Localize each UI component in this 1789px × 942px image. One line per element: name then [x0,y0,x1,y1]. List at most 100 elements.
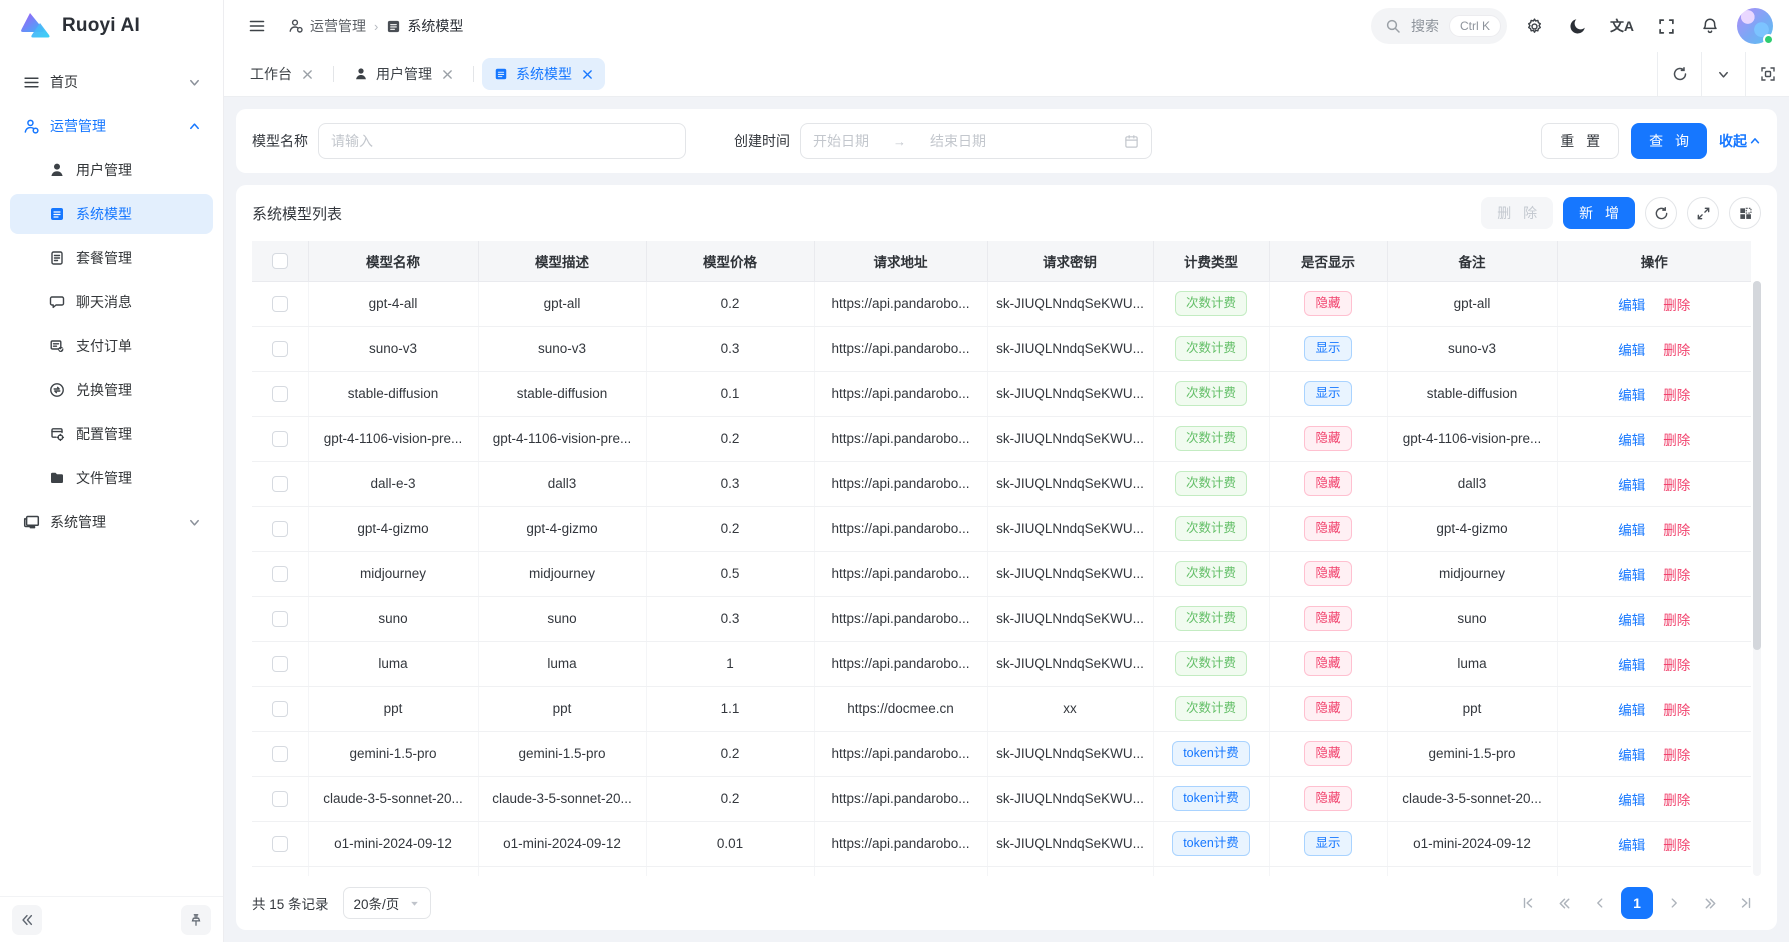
breadcrumb-item-system-model[interactable]: 系统模型 [386,16,463,36]
delete-link[interactable]: 删除 [1663,478,1690,493]
edit-link[interactable]: 编辑 [1618,838,1645,853]
delete-link[interactable]: 删除 [1663,433,1690,448]
global-search[interactable]: 搜索 Ctrl K [1371,8,1507,44]
edit-link[interactable]: 编辑 [1618,523,1645,538]
sidebar-item-聊天消息[interactable]: 聊天消息 [10,282,213,322]
delete-link[interactable]: 删除 [1663,793,1690,808]
table-row: lumaluma1https://api.pandarobo...sk-JIUQ… [252,641,1751,686]
fast-next-button[interactable] [1695,888,1725,918]
table-fullscreen-icon[interactable] [1687,197,1719,229]
delete-link[interactable]: 删除 [1663,838,1690,853]
delete-link[interactable]: 删除 [1663,523,1690,538]
edit-link[interactable]: 编辑 [1618,388,1645,403]
cell-visible: 隐藏 [1269,596,1387,641]
select-all-checkbox[interactable] [272,253,288,269]
fast-prev-button[interactable] [1549,888,1579,918]
tab-user-management[interactable]: 用户管理 [342,58,465,90]
edit-link[interactable]: 编辑 [1618,568,1645,583]
row-checkbox[interactable] [272,431,288,447]
row-checkbox[interactable] [272,656,288,672]
billing-type-tag: 次数计费 [1175,516,1247,540]
close-icon[interactable] [302,69,313,80]
delete-link[interactable]: 删除 [1663,748,1690,763]
delete-button[interactable]: 删 除 [1481,197,1553,229]
row-checkbox[interactable] [272,701,288,717]
prev-page-button[interactable] [1585,888,1615,918]
create-time-range-picker[interactable]: 开始日期 → 结束日期 [800,123,1152,159]
scrollbar-thumb[interactable] [1753,281,1761,650]
page-size-select[interactable]: 20条/页 [343,887,432,919]
sidebar-item-支付订单[interactable]: 支付订单 [10,326,213,366]
user-avatar[interactable] [1737,8,1773,44]
translate-icon[interactable]: 文A [1605,9,1639,43]
edit-link[interactable]: 编辑 [1618,748,1645,763]
row-checkbox[interactable] [272,791,288,807]
cell-select [252,281,308,326]
sidebar-item-系统模型[interactable]: 系统模型 [10,194,213,234]
edit-link[interactable]: 编辑 [1618,298,1645,313]
row-checkbox[interactable] [272,836,288,852]
sidebar-collapse-button[interactable] [12,905,42,935]
content-fullscreen-icon[interactable] [1745,52,1789,96]
row-checkbox[interactable] [272,386,288,402]
refresh-icon[interactable] [1657,52,1701,96]
edit-link[interactable]: 编辑 [1618,658,1645,673]
query-button[interactable]: 查 询 [1631,123,1707,159]
row-checkbox[interactable] [272,521,288,537]
sidebar-item-套餐管理[interactable]: 套餐管理 [10,238,213,278]
chevron-down-icon[interactable] [1701,52,1745,96]
dark-mode-moon-icon[interactable] [1561,9,1595,43]
delete-link[interactable]: 删除 [1663,613,1690,628]
model-name-input[interactable] [318,123,686,159]
sidebar-item-系统管理[interactable]: 系统管理 [10,502,213,542]
sidebar-item-文件管理[interactable]: 文件管理 [10,458,213,498]
add-button[interactable]: 新 增 [1563,197,1635,229]
pin-icon[interactable] [181,905,211,935]
last-page-button[interactable] [1731,888,1761,918]
edit-link[interactable]: 编辑 [1618,613,1645,628]
edit-link[interactable]: 编辑 [1618,703,1645,718]
close-icon[interactable] [582,69,593,80]
sidebar-item-配置管理[interactable]: 配置管理 [10,414,213,454]
next-page-button[interactable] [1659,888,1689,918]
notifications-bell-icon[interactable] [1693,9,1727,43]
breadcrumb-item-operations[interactable]: 运营管理 [288,16,366,36]
cell-actions: 编辑 删除 [1557,461,1751,506]
sidebar-item-用户管理[interactable]: 用户管理 [10,150,213,190]
fullscreen-icon[interactable] [1649,9,1683,43]
table-scrollbar[interactable] [1753,281,1761,876]
delete-link[interactable]: 删除 [1663,658,1690,673]
row-checkbox[interactable] [272,611,288,627]
first-page-button[interactable] [1513,888,1543,918]
row-checkbox[interactable] [272,566,288,582]
delete-link[interactable]: 删除 [1663,298,1690,313]
sidebar-item-运营管理[interactable]: 运营管理 [10,106,213,146]
cell-request-url: https://api.pandarobo... [814,506,987,551]
cell-billing-type: 次数计费 [1153,326,1269,371]
delete-link[interactable]: 删除 [1663,388,1690,403]
row-checkbox[interactable] [272,746,288,762]
tab-system-model[interactable]: 系统模型 [482,58,605,90]
delete-link[interactable]: 删除 [1663,703,1690,718]
delete-link[interactable]: 删除 [1663,343,1690,358]
current-page[interactable]: 1 [1621,887,1653,919]
settings-gear-icon[interactable] [1517,9,1551,43]
cell-select [252,371,308,416]
edit-link[interactable]: 编辑 [1618,343,1645,358]
sidebar-item-首页[interactable]: 首页 [10,62,213,102]
close-icon[interactable] [442,69,453,80]
reset-button[interactable]: 重 置 [1541,123,1619,159]
collapse-filter-link[interactable]: 收起 [1719,131,1761,151]
row-checkbox[interactable] [272,476,288,492]
hamburger-menu-icon[interactable] [240,9,274,43]
edit-link[interactable]: 编辑 [1618,433,1645,448]
tab-workbench[interactable]: 工作台 [238,58,325,90]
row-checkbox[interactable] [272,341,288,357]
table-refresh-icon[interactable] [1645,197,1677,229]
edit-link[interactable]: 编辑 [1618,478,1645,493]
row-checkbox[interactable] [272,296,288,312]
edit-link[interactable]: 编辑 [1618,793,1645,808]
column-settings-icon[interactable] [1729,197,1761,229]
delete-link[interactable]: 删除 [1663,568,1690,583]
sidebar-item-兑换管理[interactable]: 兑换管理 [10,370,213,410]
